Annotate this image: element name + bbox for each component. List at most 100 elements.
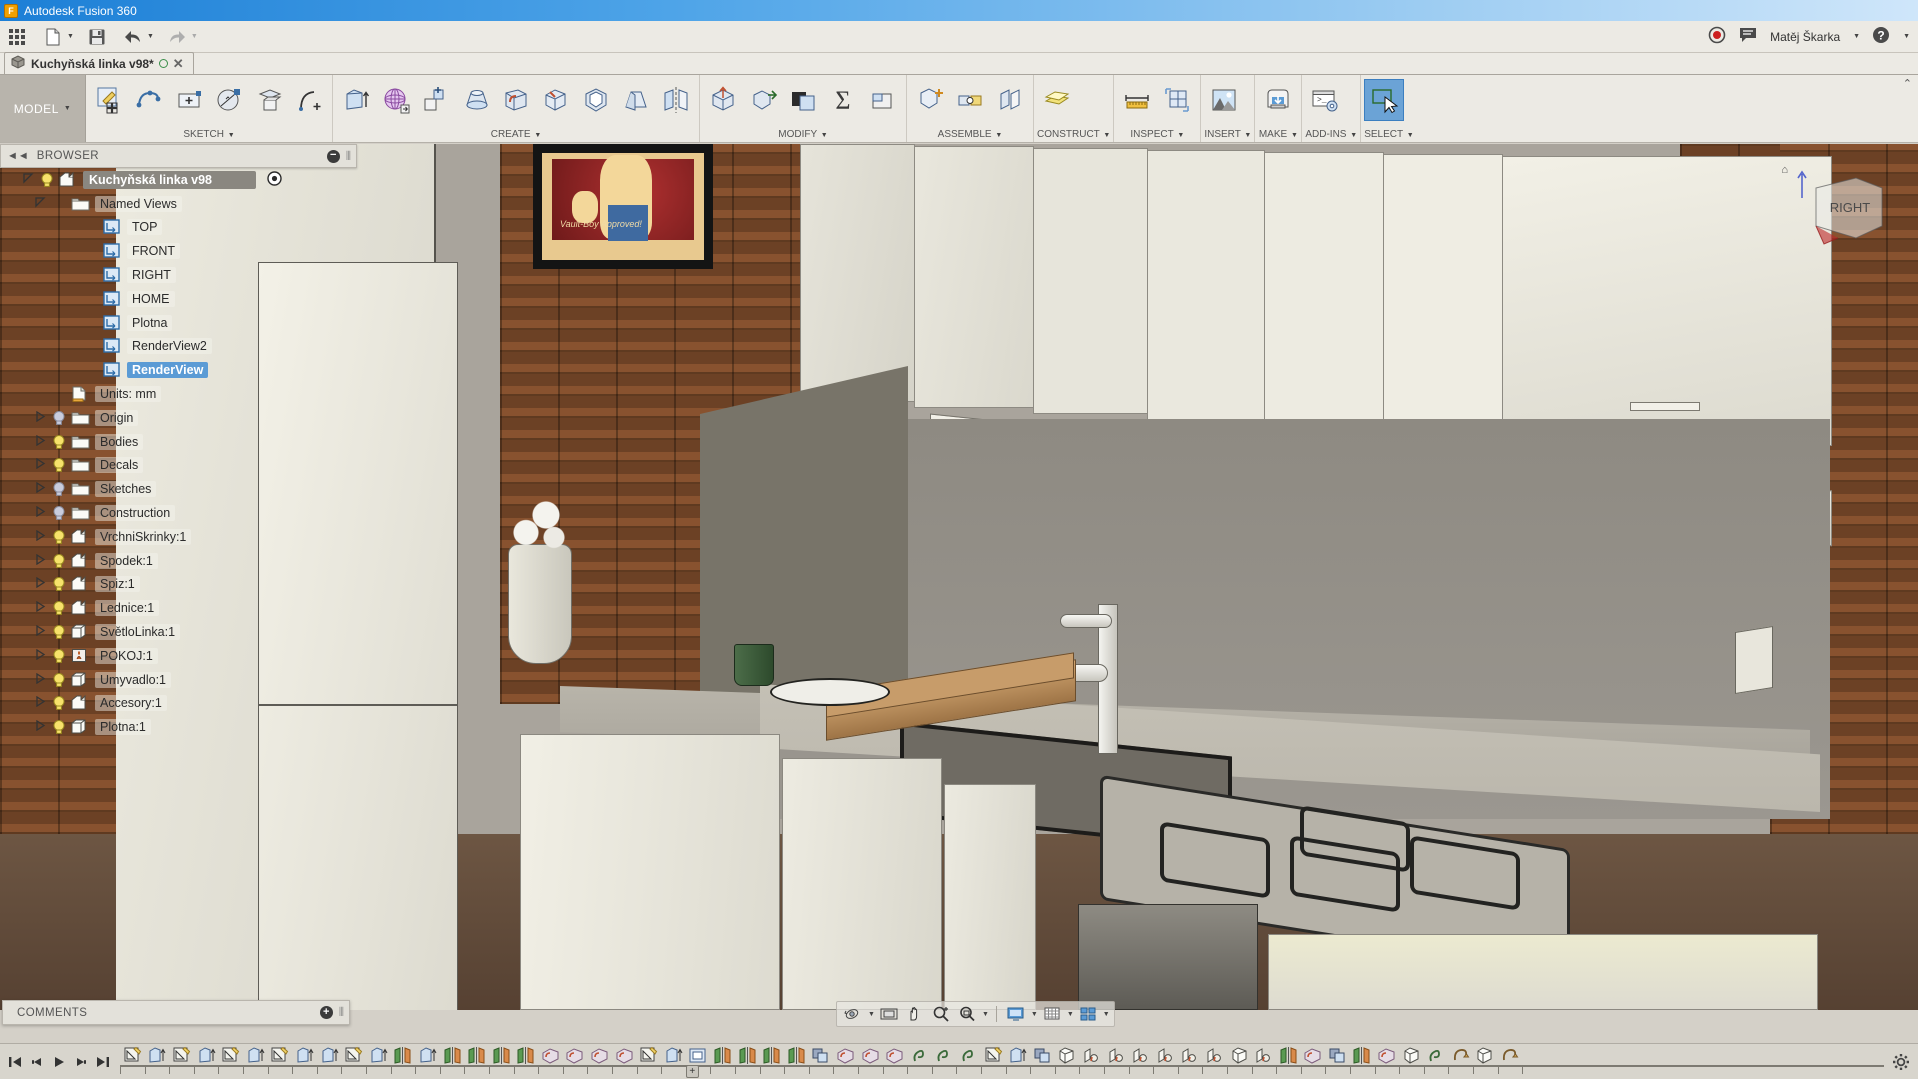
timeline-feature-extrude[interactable] [243,1045,268,1067]
browser-node-right[interactable]: RIGHT [0,263,357,287]
timeline-feature-mirror[interactable] [1276,1045,1301,1067]
browser-node-spodek-1[interactable]: Spodek:1 [0,549,357,573]
timeline-feature-body[interactable] [1473,1045,1498,1067]
browser-node-umyvadlo-1[interactable]: Umyvadlo:1 [0,668,357,692]
sigma-icon[interactable]: Σ [823,79,863,121]
scripts-addins-icon[interactable]: >_ [1305,79,1345,121]
timeline-feature-thread[interactable] [932,1045,957,1067]
undo-button[interactable] [120,24,146,50]
timeline-feature-pattern[interactable] [686,1045,711,1067]
visibility-bulb-icon[interactable] [52,695,66,711]
circle-icon[interactable] [209,79,249,121]
timeline-feature-fillet[interactable] [858,1045,883,1067]
step-back-icon[interactable] [26,1051,48,1073]
timeline-feature-revolve[interactable] [1497,1045,1522,1067]
browser-node-construction[interactable]: Construction [0,501,357,525]
timeline-feature-extrude[interactable] [194,1045,219,1067]
expand-arrow-icon[interactable] [34,458,47,472]
help-caret-icon[interactable]: ▼ [1903,33,1910,40]
press-pull-icon[interactable] [703,79,743,121]
visibility-bulb-icon[interactable] [40,172,54,188]
browser-node-top[interactable]: TOP [0,216,357,240]
timeline-settings-icon[interactable] [1884,1053,1918,1071]
ribbon-group-label-construct[interactable]: CONSTRUCT ▼ [1037,129,1110,142]
browser-node-plotna[interactable]: Plotna [0,311,357,335]
timeline-feature-joint[interactable] [1079,1045,1104,1067]
timeline-feature-fillet[interactable] [538,1045,563,1067]
ribbon-group-label-insert[interactable]: INSERT ▼ [1204,129,1251,142]
timeline-feature-sketch[interactable] [120,1045,145,1067]
sweep-icon[interactable] [416,79,456,121]
timeline-feature-extrude[interactable] [145,1045,170,1067]
timeline-feature-joint[interactable] [1128,1045,1153,1067]
browser-node-lednice-1[interactable]: Lednice:1 [0,596,357,620]
ribbon-group-label-inspect[interactable]: INSPECT ▼ [1117,129,1197,142]
view-cube[interactable]: RIGHT [1794,160,1890,256]
ribbon-group-label-assemble[interactable]: ASSEMBLE ▼ [910,129,1030,142]
timeline-feature-mirror[interactable] [710,1045,735,1067]
insert-decal-icon[interactable] [1204,79,1244,121]
timeline-feature-body[interactable] [1055,1045,1080,1067]
undo-caret-icon[interactable]: ▼ [147,33,154,40]
revolve-icon[interactable] [376,79,416,121]
browser-node-accesory-1[interactable]: Accesory:1 [0,692,357,716]
joint-icon[interactable] [950,79,990,121]
save-button[interactable] [84,24,110,50]
browser-node-plotna-1[interactable]: Plotna:1 [0,715,357,739]
visibility-bulb-icon[interactable] [52,481,66,497]
expand-arrow-icon[interactable] [34,624,47,639]
timeline-feature-revolve[interactable] [1448,1045,1473,1067]
timeline-feature-extrude[interactable] [292,1045,317,1067]
timeline-feature-joint[interactable] [1251,1045,1276,1067]
timeline-feature-sketch[interactable] [636,1045,661,1067]
visibility-bulb-icon[interactable] [52,600,66,616]
expand-arrow-icon[interactable] [34,577,47,591]
zoom-icon[interactable] [929,1003,953,1025]
line-icon[interactable] [129,79,169,121]
timeline-feature-sketch[interactable] [268,1045,293,1067]
visibility-bulb-icon[interactable] [52,672,66,688]
timeline-feature-mirror[interactable] [440,1045,465,1067]
timeline-feature-mirror[interactable] [514,1045,539,1067]
as-built-joint-icon[interactable] [990,79,1030,121]
expand-arrow-icon[interactable] [34,197,47,211]
view-cube-home-icon[interactable]: ⌂ [1781,164,1788,176]
timeline-feature-shell[interactable] [1399,1045,1424,1067]
browser-node-renderview[interactable]: RenderView [0,358,357,382]
timeline-feature-extrude[interactable] [415,1045,440,1067]
expand-arrow-icon[interactable] [34,529,47,544]
timeline-feature-joint[interactable] [1153,1045,1178,1067]
add-comment-icon[interactable]: + [319,1006,333,1019]
ribbon-group-label-sketch[interactable]: SKETCH ▼ [89,129,329,142]
timeline-feature-thread[interactable] [956,1045,981,1067]
grid-snap-icon[interactable] [1040,1003,1064,1025]
workspace-selector[interactable]: MODEL ▼ [0,75,86,142]
timeline-feature-combine[interactable] [1030,1045,1055,1067]
browser-node-pokoj-1[interactable]: POKOJ:1 [0,644,357,668]
redo-button[interactable] [164,24,190,50]
timeline-feature-extrude[interactable] [661,1045,686,1067]
fillet-icon[interactable] [496,79,536,121]
timeline-feature-thread[interactable] [1423,1045,1448,1067]
combine-icon[interactable] [783,79,823,121]
timeline-feature-mirror[interactable] [759,1045,784,1067]
browser-node-kuchy-sk-linka-v98[interactable]: Kuchyňská linka v98 [0,168,357,192]
close-icon[interactable]: ✕ [173,56,184,72]
new-component-icon[interactable] [910,79,950,121]
timeline-feature-body[interactable] [1227,1045,1252,1067]
visibility-bulb-icon[interactable] [52,624,66,640]
sketch-plane-icon[interactable] [249,79,289,121]
timeline-feature-fillet[interactable] [1301,1045,1326,1067]
expand-arrow-icon[interactable] [34,434,47,449]
browser-node-named-views[interactable]: Named Views [0,192,357,216]
step-forward-icon[interactable] [70,1051,92,1073]
expand-arrow-icon[interactable] [34,696,47,710]
timeline-feature-thread[interactable] [907,1045,932,1067]
timeline-feature-sketch[interactable] [981,1045,1006,1067]
comments-resize-grip[interactable]: ⦀ [339,1005,344,1020]
3d-print-icon[interactable] [1258,79,1298,121]
timeline-feature-sketch[interactable] [341,1045,366,1067]
timeline-marker[interactable]: + [685,1064,699,1078]
timeline-feature-mirror[interactable] [391,1045,416,1067]
visibility-bulb-icon[interactable] [52,434,66,450]
